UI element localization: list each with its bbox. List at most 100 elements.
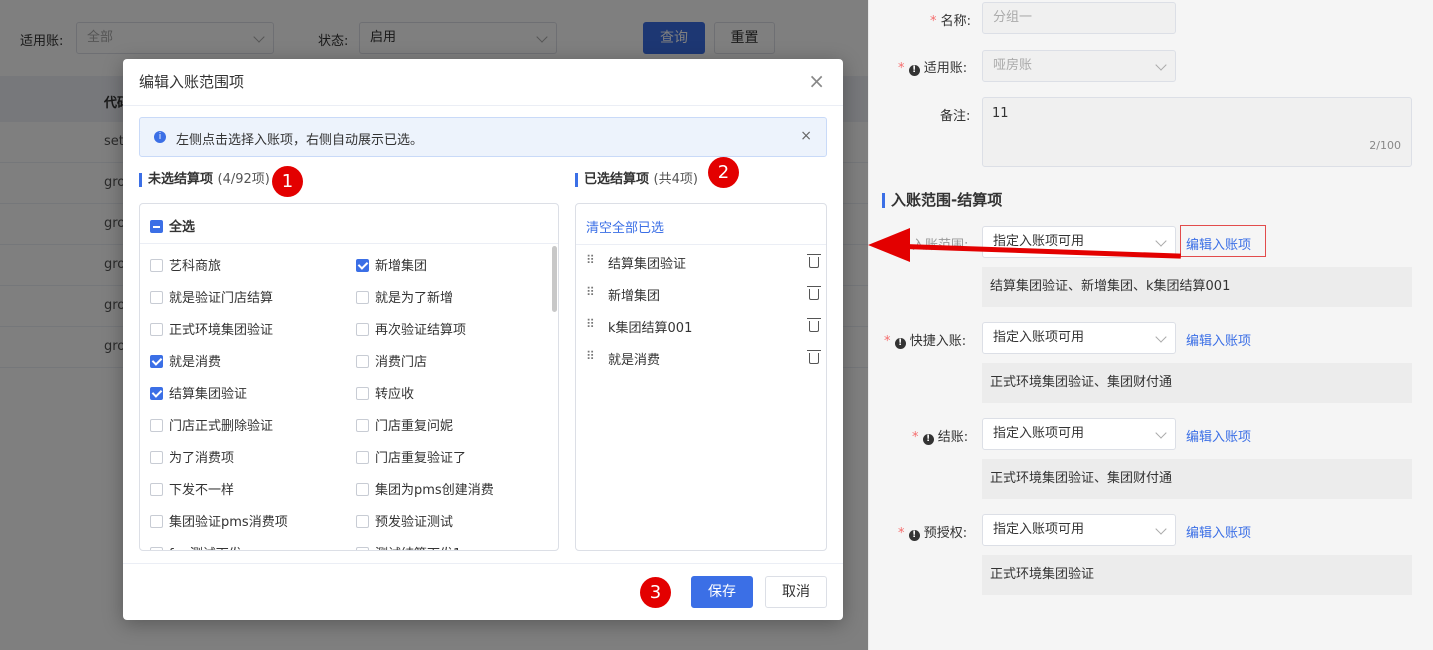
drag-handle-icon[interactable]: ⠿ [586,317,596,331]
unselected-title-text: 未选结算项 [148,172,214,187]
checkbox-checked-icon[interactable] [150,387,163,400]
checkbox-icon[interactable] [150,419,163,432]
unselected-item[interactable]: 正式环境集团验证 [150,319,273,338]
clear-all-link[interactable]: 清空全部已选 [586,217,664,236]
preauth-label-text: 预授权: [923,526,968,541]
selected-item[interactable]: ⠿ 新增集团 [576,277,826,309]
preauth-label: * ! 预授权: [898,526,968,541]
drag-handle-icon[interactable]: ⠿ [586,285,596,299]
checkbox-icon[interactable] [150,515,163,528]
checkbox-checked-icon[interactable] [150,355,163,368]
checkbox-icon[interactable] [356,451,369,464]
alert-close-icon[interactable]: × [800,128,812,144]
remark-textarea[interactable]: 11 2/100 [982,97,1412,167]
select-all-row[interactable]: 全选 [140,204,558,244]
footer-divider [123,563,843,564]
quick-select[interactable]: 指定入账项可用 [982,322,1176,354]
delete-icon[interactable] [807,254,821,268]
selected-count: (共4项) [653,172,698,187]
preauth-select[interactable]: 指定入账项可用 [982,514,1176,546]
settle-summary: 结算集团验证、新增集团、k集团结算001 [982,267,1412,307]
unselected-item[interactable]: 集团验证pms消费项 [150,511,288,530]
checkbox-icon[interactable] [356,515,369,528]
checkbox-icon[interactable] [356,291,369,304]
checkbox-icon[interactable] [150,259,163,272]
preauth-edit-link[interactable]: 编辑入账项 [1186,522,1251,541]
select-all-label: 全选 [169,220,196,235]
selected-item[interactable]: ⠿ k集团结算001 [576,309,826,341]
unselected-item[interactable]: 转应收 [356,383,414,402]
chevron-down-icon [1155,331,1167,343]
checkbox-icon[interactable] [356,387,369,400]
checkbox-icon[interactable] [150,451,163,464]
unselected-item[interactable]: 就是消费 [150,351,221,370]
checkbox-checked-icon[interactable] [356,259,369,272]
annotation-badge-1: 1 [272,166,303,197]
chevron-down-icon [1155,523,1167,535]
unselected-item[interactable]: 再次验证结算项 [356,319,466,338]
checkbox-icon[interactable] [356,419,369,432]
checkbox-icon[interactable] [356,483,369,496]
unselected-item[interactable]: 为了消费项 [150,447,234,466]
account-select[interactable]: 哑房账 [982,50,1176,82]
unselected-item[interactable]: 门店正式删除验证 [150,415,273,434]
settle-edit-link[interactable]: 编辑入账项 [1186,234,1251,253]
remark-value: 11 [992,106,1009,121]
save-button[interactable]: 保存 [691,576,753,608]
checkout-summary: 正式环境集团验证、集团财付通 [982,459,1412,499]
unselected-item[interactable]: 就是为了新增 [356,287,453,306]
checkout-edit-link[interactable]: 编辑入账项 [1186,426,1251,445]
cancel-button[interactable]: 取消 [765,576,827,608]
checkbox-icon[interactable] [356,547,369,550]
item-label: 转应收 [375,387,415,402]
unselected-item[interactable]: 艺科商旅 [150,255,221,274]
item-label: 门店重复验证了 [375,451,467,466]
item-label: 结算集团验证 [169,387,248,402]
checkbox-icon[interactable] [150,547,163,550]
unselected-item[interactable]: 集团为pms创建消费 [356,479,494,498]
unselected-item[interactable]: 测试结算下发1 [356,543,461,550]
unselected-item[interactable]: 门店重复验证了 [356,447,466,466]
checkout-label-text: 结账: [937,430,969,445]
delete-icon[interactable] [807,286,821,300]
unselected-item[interactable]: fap测试下发 [150,543,242,550]
close-icon[interactable]: × [808,71,825,91]
unselected-panel: 全选 艺科商旅 新增集团就是验证门店结算 就是为了新增正式环境集团验证 再次验证结算项… [139,203,559,551]
name-input[interactable]: 分组一 [982,2,1176,34]
checkbox-icon[interactable] [150,291,163,304]
delete-icon[interactable] [807,350,821,364]
item-label: 下发不一样 [169,483,235,498]
selected-item[interactable]: ⠿ 结算集团验证 [576,245,826,277]
drag-handle-icon[interactable]: ⠿ [586,349,596,363]
checkbox-icon[interactable] [356,323,369,336]
unselected-item[interactable]: 预发验证测试 [356,511,453,530]
annotation-badge-2: 2 [708,157,739,188]
unselected-item[interactable]: 门店重复问妮 [356,415,453,434]
quick-edit-link[interactable]: 编辑入账项 [1186,330,1251,349]
name-label: * 名称: [930,14,972,29]
unselected-item[interactable]: 消费门店 [356,351,427,370]
list-scrollbar[interactable] [552,246,557,312]
unselected-item[interactable]: 结算集团验证 [150,383,247,402]
quick-label-text: 快捷入账: [909,334,967,349]
checkout-select[interactable]: 指定入账项可用 [982,418,1176,450]
checkbox-icon[interactable] [150,483,163,496]
selected-item[interactable]: ⠿ 就是消费 [576,341,826,373]
item-label: 门店正式删除验证 [169,419,274,434]
checkout-select-value: 指定入账项可用 [993,426,1085,441]
quick-label: * ! 快捷入账: [884,334,967,349]
account-select-value: 哑房账 [993,58,1033,73]
unselected-item[interactable]: 就是验证门店结算 [150,287,273,306]
checkbox-icon[interactable] [356,355,369,368]
clear-row: 清空全部已选 [576,204,826,245]
drag-handle-icon[interactable]: ⠿ [586,253,596,267]
unselected-count: (4/92项) [217,172,270,187]
drawer-section-title: 入账范围-结算项 [882,193,1002,208]
select-all-checkbox[interactable]: 全选 [150,216,195,235]
quick-select-value: 指定入账项可用 [993,330,1085,345]
delete-icon[interactable] [807,318,821,332]
checkbox-icon[interactable] [150,323,163,336]
unselected-item[interactable]: 新增集团 [356,255,427,274]
item-label: 测试结算下发1 [375,547,461,550]
unselected-item[interactable]: 下发不一样 [150,479,234,498]
